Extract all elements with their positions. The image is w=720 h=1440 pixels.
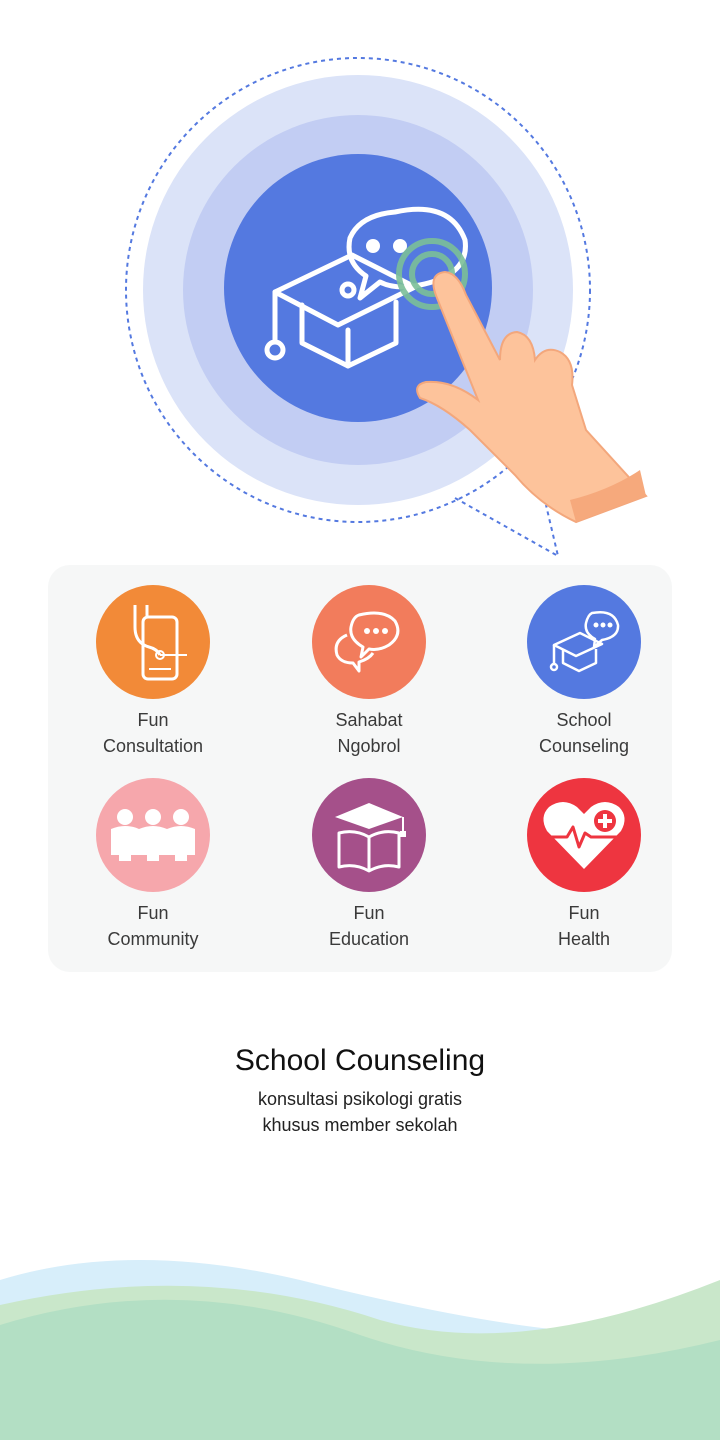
hero-illustration: [125, 57, 648, 558]
page-subtitle: konsultasi psikologi gratis khusus membe…: [0, 1086, 720, 1138]
feature-fun-community[interactable]: Fun Community: [63, 778, 243, 952]
stethoscope-phone-icon: [133, 605, 187, 681]
chat-bubbles-icon: [334, 611, 400, 673]
feature-label-line1: Sahabat: [335, 710, 403, 730]
feature-sahabat-ngobrol[interactable]: Sahabat Ngobrol: [279, 585, 459, 759]
feature-icon-circle: [96, 585, 210, 699]
feature-icon-circle: [527, 585, 641, 699]
feature-icon-circle: [527, 778, 641, 892]
feature-icon-circle: [312, 778, 426, 892]
feature-label-line2: Counseling: [538, 736, 630, 756]
feature-label-line1: Fun: [137, 903, 169, 923]
feature-fun-consultation[interactable]: Fun Consultation: [63, 585, 243, 759]
heart-health-icon: [543, 802, 625, 869]
feature-card: Fun Consultation Sahabat Ngobrol School …: [48, 565, 672, 972]
feature-school-counseling[interactable]: School Counseling: [494, 585, 674, 759]
people-group-icon: [111, 809, 195, 861]
feature-label-line2: Ngobrol: [337, 736, 401, 756]
feature-fun-education[interactable]: Fun Education: [279, 778, 459, 952]
feature-label-line2: Health: [557, 929, 611, 949]
feature-label-line1: Fun: [137, 710, 169, 730]
feature-label-line2: Community: [107, 929, 199, 949]
subtitle-line1: konsultasi psikologi gratis: [257, 1089, 463, 1109]
page-title: School Counseling: [234, 1044, 486, 1077]
bottom-waves: [0, 1260, 720, 1440]
feature-label-line2: Consultation: [102, 736, 204, 756]
feature-label-line2: Education: [328, 929, 410, 949]
book-cap-icon: [335, 803, 406, 873]
feature-label-line1: Fun: [568, 903, 600, 923]
feature-fun-health[interactable]: Fun Health: [494, 778, 674, 952]
feature-label-line1: Fun: [353, 903, 385, 923]
feature-icon-circle: [312, 585, 426, 699]
graduation-chat-icon: [549, 611, 620, 673]
subtitle-line2: khusus member sekolah: [262, 1115, 458, 1135]
feature-icon-circle: [96, 778, 210, 892]
speech-tail: [454, 497, 560, 558]
feature-label-line1: School: [556, 710, 612, 730]
